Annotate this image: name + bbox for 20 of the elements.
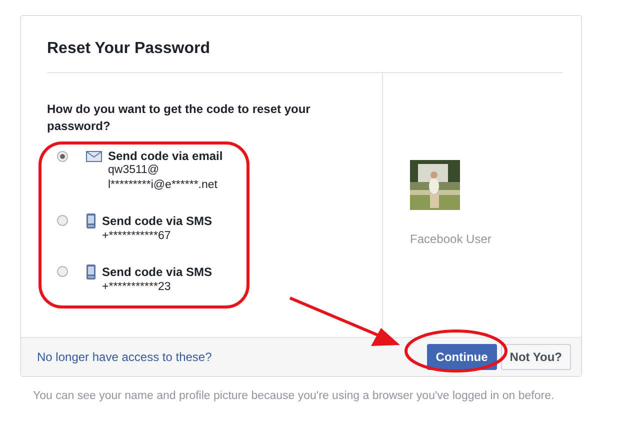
continue-button[interactable]: Continue: [426, 344, 497, 370]
option-label: Send code via SMS: [102, 214, 212, 228]
option-label: Send code via email: [108, 149, 223, 163]
contact-detail: l*********i@e******.net: [108, 178, 218, 193]
contact-detail: +***********67: [102, 229, 172, 244]
dialog-title: Reset Your Password: [47, 40, 210, 57]
no-access-link[interactable]: No longer have access to these?: [37, 350, 212, 364]
radio-button[interactable]: [57, 151, 68, 162]
envelope-icon: [86, 150, 102, 162]
info-text: You can see your name and profile picture because you're using a browser you've logged in on before.: [33, 390, 556, 402]
not-you-button[interactable]: Not You?: [500, 344, 571, 370]
contact-detail: qw3511@: [108, 163, 160, 178]
phone-icon: [86, 213, 96, 229]
question-text: How do you want to get the code to reset your password?: [47, 101, 312, 135]
profile-name: Facebook User: [410, 232, 492, 246]
option-label: Send code via SMS: [102, 265, 212, 279]
radio-button[interactable]: [57, 215, 68, 226]
phone-icon: [86, 264, 96, 280]
radio-button[interactable]: [57, 266, 68, 277]
contact-detail: +***********23: [102, 280, 172, 295]
